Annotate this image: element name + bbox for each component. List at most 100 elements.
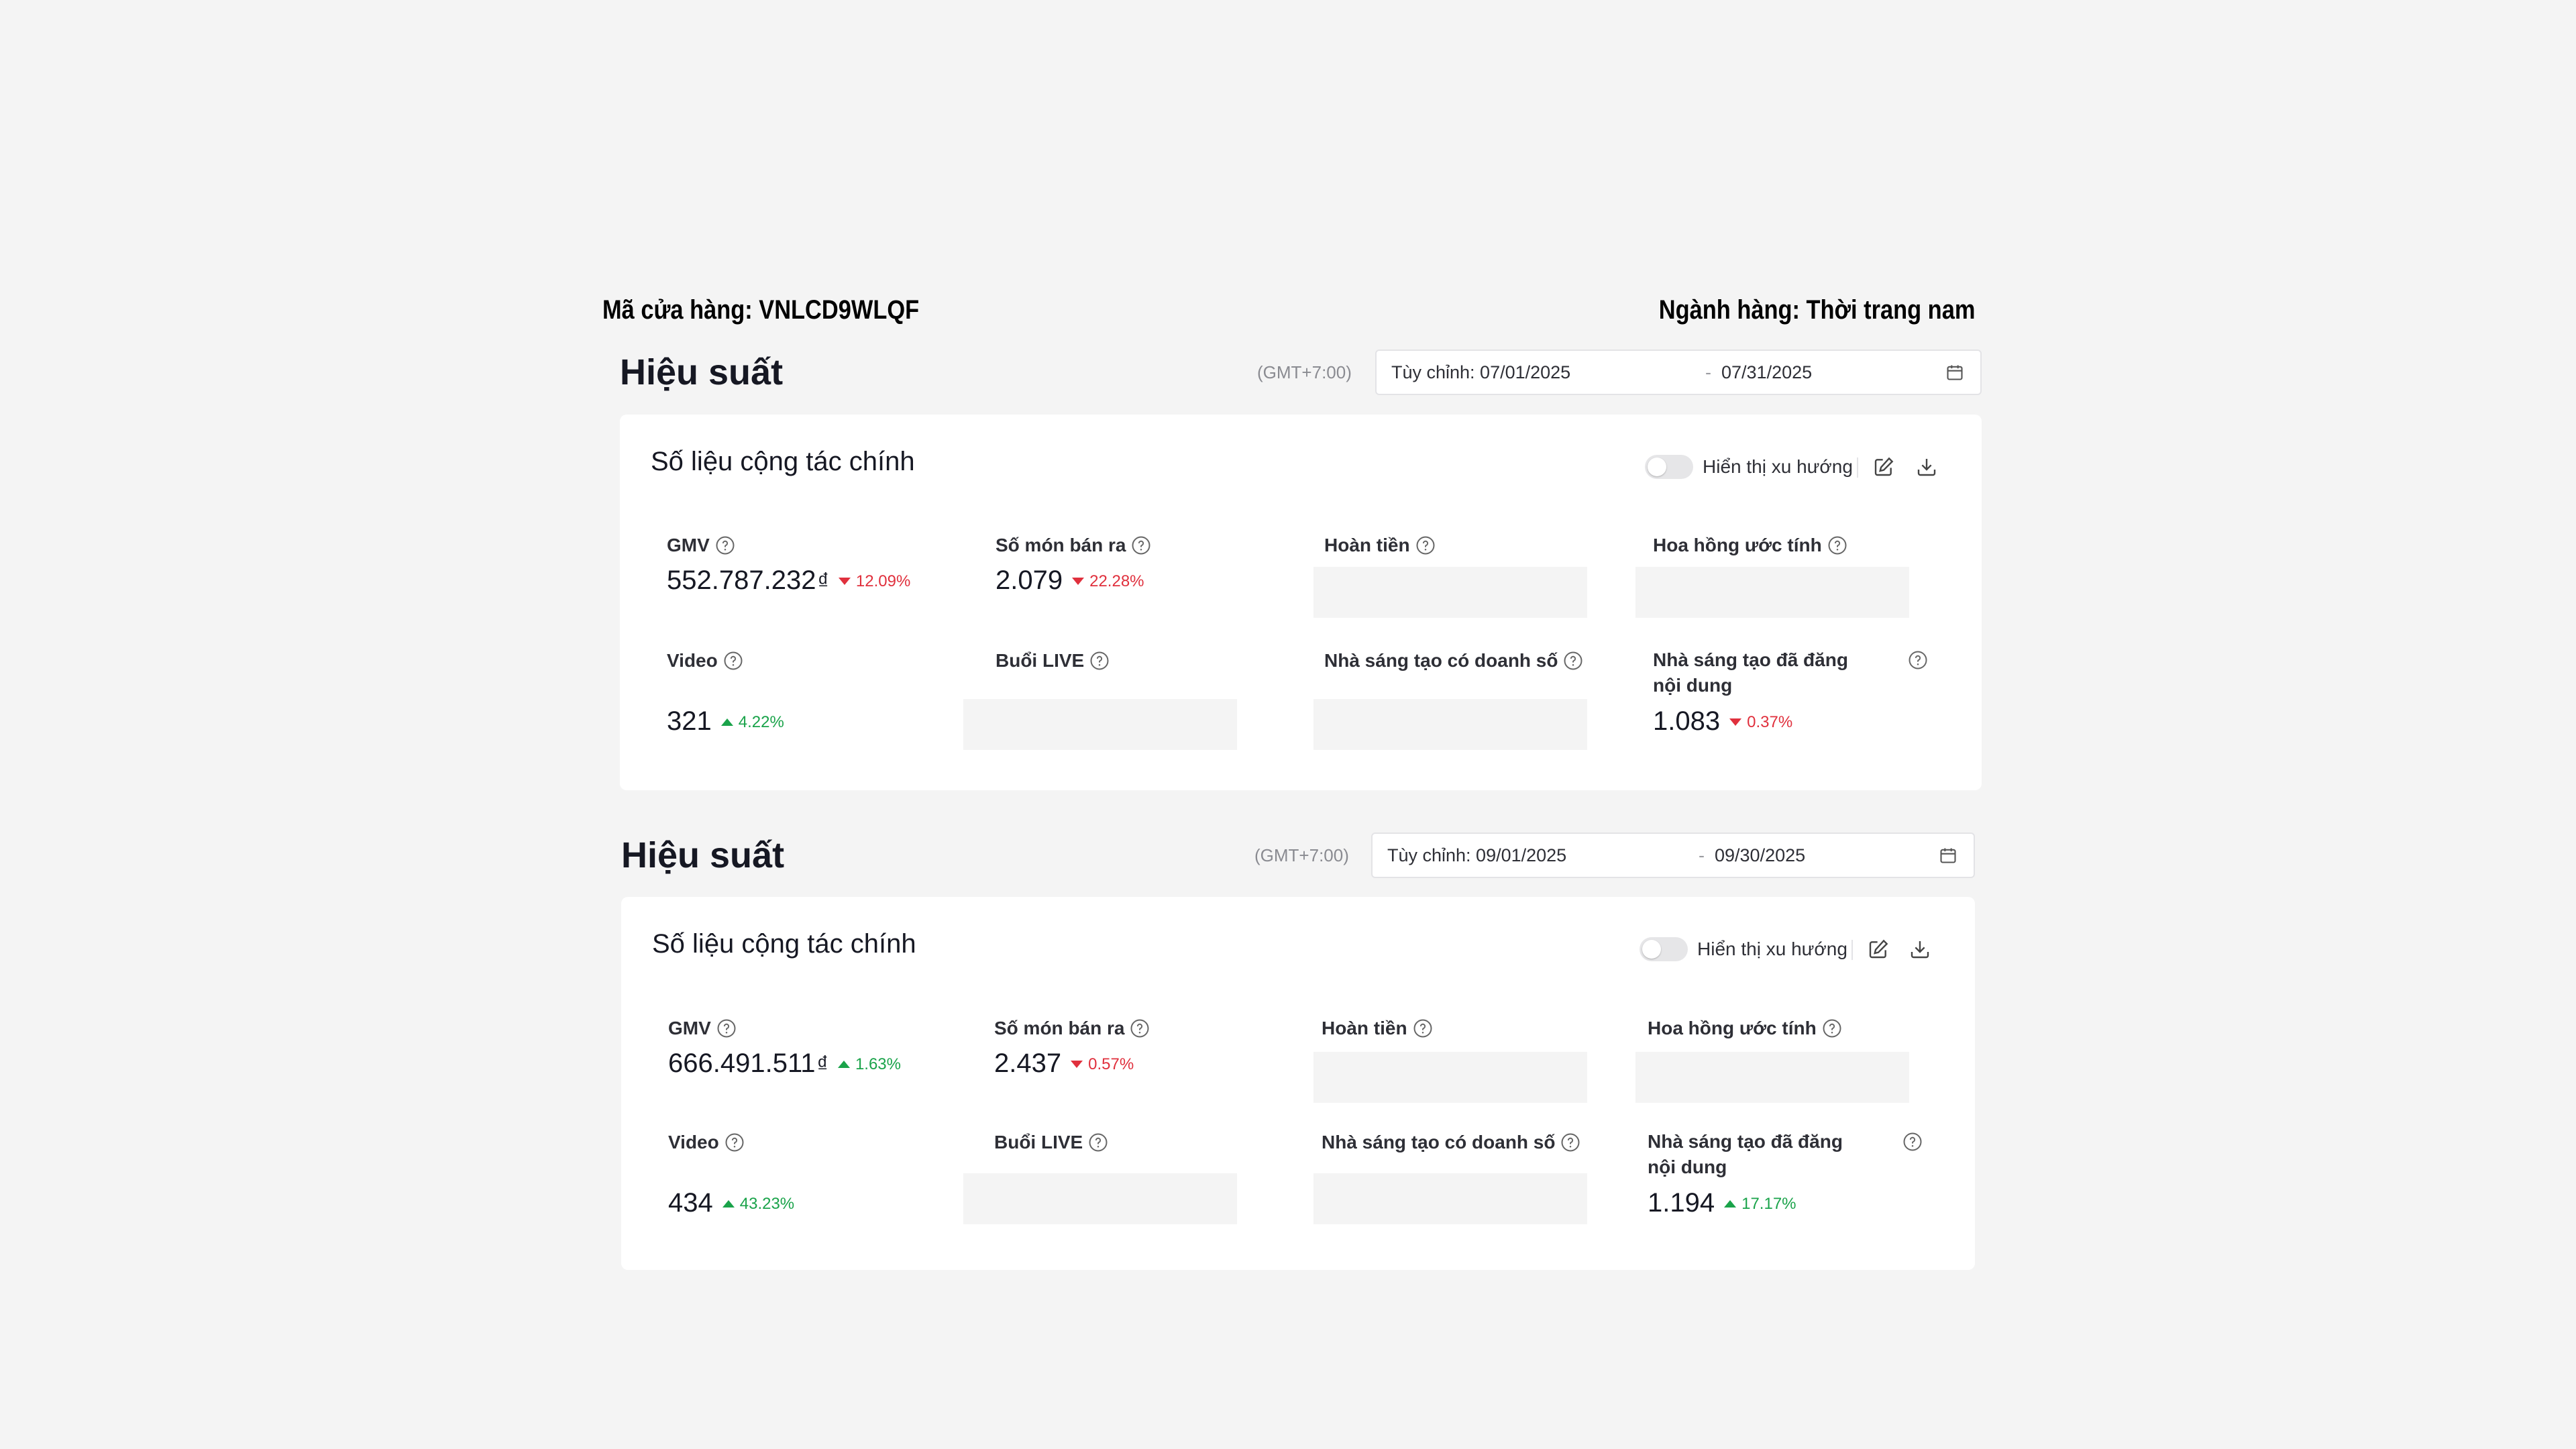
metrics-card: Số liệu cộng tác chính Hiển thị xu hướng… [621, 897, 1975, 1270]
trend-value: 1.63% [855, 1055, 901, 1074]
metric-label: Số món bán ra [996, 535, 1126, 555]
toolbar-divider [1851, 940, 1853, 960]
live-placeholder [963, 699, 1237, 750]
trend-up-icon [1724, 1199, 1737, 1208]
metric-label: GMV [667, 535, 710, 555]
refund-placeholder [1313, 1052, 1587, 1103]
metric-label: Nhà sáng tạo đã đăng nội dung [1653, 649, 1848, 696]
metric-label: GMV [668, 1018, 711, 1038]
trend-toggle[interactable] [1645, 455, 1693, 479]
edit-icon[interactable] [1873, 456, 1894, 478]
metric-value: 666.491.511 [668, 1049, 816, 1078]
trend-down-icon [838, 577, 851, 585]
trend-toggle-label: Hiển thị xu hướng [1697, 938, 1847, 959]
help-icon[interactable] [723, 651, 743, 671]
trend-value: 43.23% [739, 1195, 795, 1214]
trend-value: 22.28% [1089, 572, 1144, 591]
metric-value: 1.194 [1648, 1188, 1715, 1218]
trend-toggle-label: Hiển thị xu hướng [1703, 456, 1853, 477]
refund-placeholder [1313, 567, 1587, 618]
help-icon[interactable] [1130, 1018, 1150, 1038]
performance-section-september: Hiệu suất (GMT+7:00) Tùy chỉnh: 09/01/20… [621, 828, 1975, 1271]
date-range-picker[interactable]: Tùy chỉnh: 07/01/2025 - 07/31/2025 [1375, 350, 1982, 395]
download-icon[interactable] [1916, 456, 1937, 478]
date-start[interactable]: Tùy chỉnh: 09/01/2025 [1387, 834, 1566, 877]
card-title: Số liệu cộng tác chính [652, 929, 916, 959]
store-code: Mã cửa hàng: VNLCD9WLQF [602, 295, 920, 325]
help-icon[interactable] [1902, 1132, 1923, 1152]
help-icon[interactable] [1089, 651, 1110, 671]
edit-icon[interactable] [1868, 938, 1889, 960]
metric-value: 2.437 [994, 1049, 1062, 1078]
metric-label: Nhà sáng tạo đã đăng nội dung [1648, 1131, 1843, 1177]
trend-value: 12.09% [855, 572, 911, 591]
creators-sales-placeholder [1313, 1173, 1587, 1224]
metric-label: Số món bán ra [994, 1018, 1125, 1038]
performance-section-july: Hiệu suất (GMT+7:00) Tùy chỉnh: 07/01/20… [620, 345, 1982, 791]
metric-label: Video [667, 650, 718, 671]
metric-value: 434 [668, 1188, 713, 1218]
metric-label: Hoàn tiền [1322, 1018, 1407, 1038]
trend-value: 4.22% [738, 713, 784, 732]
trend-down-icon [1072, 577, 1085, 585]
page: Mã cửa hàng: VNLCD9WLQF Ngành hàng: Thời… [0, 0, 2576, 1449]
trend-up-icon [722, 1199, 735, 1208]
metrics-card: Số liệu cộng tác chính Hiển thị xu hướng… [620, 415, 1982, 790]
commission-placeholder [1635, 567, 1909, 618]
help-icon[interactable] [1415, 535, 1436, 555]
trend-up-icon [720, 718, 733, 726]
help-icon[interactable] [716, 1018, 737, 1038]
metric-label: Nhà sáng tạo có doanh số [1322, 1132, 1556, 1152]
date-end[interactable]: 09/30/2025 [1715, 834, 1805, 877]
toggle-knob [1642, 940, 1661, 959]
trend-down-icon [1729, 718, 1742, 726]
metric-label: Hoa hồng ước tính [1653, 535, 1822, 555]
trend-value: 0.57% [1088, 1055, 1134, 1074]
trend-value: 17.17% [1741, 1195, 1796, 1214]
metric-value: 552.787.232 [667, 566, 816, 595]
store-category: Ngành hàng: Thời trang nam [1658, 295, 1975, 325]
date-range-picker[interactable]: Tùy chỉnh: 09/01/2025 - 09/30/2025 [1371, 833, 1975, 878]
help-icon[interactable] [1908, 650, 1928, 670]
date-start[interactable]: Tùy chỉnh: 07/01/2025 [1391, 351, 1570, 394]
date-separator: - [1699, 845, 1705, 865]
help-icon[interactable] [715, 535, 735, 555]
date-separator: - [1705, 362, 1711, 382]
trend-value: 0.37% [1747, 713, 1793, 732]
metric-label: Buổi LIVE [996, 650, 1085, 671]
currency-symbol: ₫ [816, 1052, 828, 1077]
metric-value: 2.079 [996, 566, 1063, 595]
metric-value: 1.083 [1653, 706, 1721, 736]
toolbar-divider [1857, 458, 1858, 478]
calendar-icon[interactable] [1939, 846, 1957, 865]
metric-label: Buổi LIVE [994, 1132, 1083, 1152]
live-placeholder [963, 1173, 1237, 1224]
calendar-icon[interactable] [1945, 363, 1964, 382]
metric-label: Hoàn tiền [1324, 535, 1410, 555]
currency-symbol: ₫ [817, 569, 829, 594]
creators-sales-placeholder [1313, 699, 1587, 750]
section-title: Hiệu suất [620, 352, 784, 392]
trend-down-icon [1071, 1060, 1083, 1068]
store-header: Mã cửa hàng: VNLCD9WLQF Ngành hàng: Thời… [602, 290, 1975, 330]
download-icon[interactable] [1909, 938, 1931, 960]
timezone-label: (GMT+7:00) [1257, 362, 1352, 382]
help-icon[interactable] [1560, 1132, 1580, 1152]
metric-label: Nhà sáng tạo có doanh số [1324, 650, 1558, 671]
card-title: Số liệu cộng tác chính [651, 447, 915, 476]
metric-label: Video [668, 1132, 719, 1152]
date-end[interactable]: 07/31/2025 [1721, 351, 1812, 394]
timezone-label: (GMT+7:00) [1254, 845, 1349, 865]
metric-creators-posted: Nhà sáng tạo đã đăng nội dung 1.083 0.37% [1653, 647, 1941, 736]
help-icon[interactable] [1413, 1018, 1433, 1038]
help-icon[interactable] [1563, 651, 1583, 671]
help-icon[interactable] [1827, 535, 1847, 555]
metric-creators-posted: Nhà sáng tạo đã đăng nội dung 1.194 17.17… [1648, 1129, 1936, 1218]
toggle-knob [1648, 458, 1666, 476]
trend-up-icon [837, 1060, 850, 1068]
help-icon[interactable] [1822, 1018, 1842, 1038]
help-icon[interactable] [724, 1132, 745, 1152]
help-icon[interactable] [1131, 535, 1151, 555]
help-icon[interactable] [1088, 1132, 1108, 1152]
trend-toggle[interactable] [1640, 937, 1688, 961]
